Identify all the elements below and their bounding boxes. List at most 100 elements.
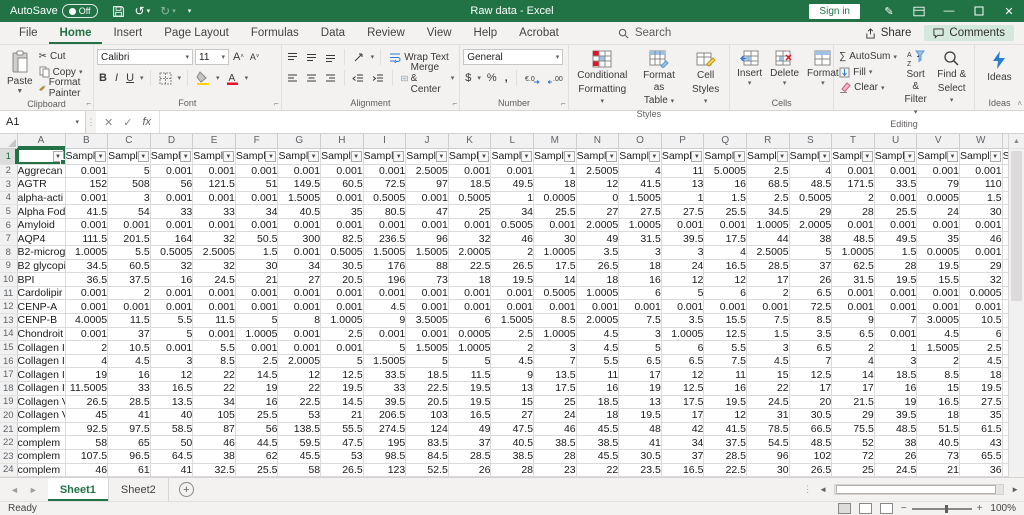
- cell-B1[interactable]: Sample▼: [65, 148, 108, 164]
- insert-function-button[interactable]: fx: [142, 116, 151, 128]
- cell-U5[interactable]: 25.5: [874, 205, 917, 219]
- cell-U4[interactable]: 0.001: [874, 191, 917, 205]
- number-dialog-launcher[interactable]: ⌐: [561, 99, 566, 108]
- row-header-1[interactable]: 1: [0, 148, 17, 164]
- row-header-7[interactable]: 7: [0, 232, 17, 246]
- select-all-corner[interactable]: [0, 134, 17, 148]
- cell-I16[interactable]: 1.5005: [363, 354, 406, 368]
- cell-L10[interactable]: 19.5: [491, 273, 534, 287]
- cell-H8[interactable]: 0.5005: [321, 246, 364, 260]
- cell-C2[interactable]: 5: [108, 164, 151, 178]
- cell-D6[interactable]: 0.001: [150, 218, 193, 232]
- cell-C10[interactable]: 37.5: [108, 273, 151, 287]
- cell-U2[interactable]: 0.001: [874, 164, 917, 178]
- cell-C24[interactable]: 61: [108, 463, 151, 477]
- cell-W10[interactable]: 32: [959, 273, 1002, 287]
- column-header-H[interactable]: H: [321, 134, 364, 148]
- cell-S5[interactable]: 29: [789, 205, 832, 219]
- column-header-I[interactable]: I: [363, 134, 406, 148]
- cell-F7[interactable]: 50.5: [235, 232, 278, 246]
- column-header-E[interactable]: E: [193, 134, 236, 148]
- cell-J23[interactable]: 84.5: [406, 449, 449, 463]
- cell-B16[interactable]: 4: [65, 354, 108, 368]
- cell-V21[interactable]: 51.5: [917, 422, 960, 436]
- cell-D13[interactable]: 5.5: [150, 314, 193, 328]
- cell-F1[interactable]: Sample▼: [235, 148, 278, 164]
- row-header-5[interactable]: 5: [0, 205, 17, 219]
- cell-G12[interactable]: 0.001: [278, 300, 321, 314]
- cell-F23[interactable]: 62: [235, 449, 278, 463]
- cell-K19[interactable]: 19.5: [448, 395, 491, 409]
- cell-E23[interactable]: 38: [193, 449, 236, 463]
- cell-K8[interactable]: 2.0005: [448, 246, 491, 260]
- cell-R22[interactable]: 54.5: [747, 436, 790, 450]
- cell-K5[interactable]: 25: [448, 205, 491, 219]
- filter-dropdown-F1[interactable]: ▼: [265, 151, 276, 162]
- zoom-out-button[interactable]: −: [901, 503, 907, 514]
- cell-V6[interactable]: 0.001: [917, 218, 960, 232]
- cell-J6[interactable]: 0.001: [406, 218, 449, 232]
- new-sheet-button[interactable]: +: [179, 482, 194, 497]
- cell-U11[interactable]: 0.001: [874, 286, 917, 300]
- cell-G20[interactable]: 53: [278, 409, 321, 423]
- cell-S10[interactable]: 26: [789, 273, 832, 287]
- cell-V16[interactable]: 2: [917, 354, 960, 368]
- cell-W16[interactable]: 4.5: [959, 354, 1002, 368]
- cell-T13[interactable]: 9: [832, 314, 875, 328]
- cell-L2[interactable]: 0.001: [491, 164, 534, 178]
- cell-B4[interactable]: 0.001: [65, 191, 108, 205]
- cell-W9[interactable]: 29: [959, 259, 1002, 273]
- cell-M11[interactable]: 0.5005: [534, 286, 577, 300]
- cell-N5[interactable]: 27: [576, 205, 619, 219]
- cell-S16[interactable]: 7: [789, 354, 832, 368]
- cell-Q2[interactable]: 5.0005: [704, 164, 747, 178]
- cut-button[interactable]: ✂Cut: [37, 49, 90, 64]
- cell-M8[interactable]: 1.0005: [534, 246, 577, 260]
- filter-dropdown-I1[interactable]: ▼: [393, 151, 404, 162]
- cell-R5[interactable]: 34.5: [747, 205, 790, 219]
- row-header-9[interactable]: 9: [0, 259, 17, 273]
- column-header-K[interactable]: K: [448, 134, 491, 148]
- cell-D21[interactable]: 58.5: [150, 422, 193, 436]
- cell-H24[interactable]: 26.5: [321, 463, 364, 477]
- cell-R9[interactable]: 28.5: [747, 259, 790, 273]
- cell-M24[interactable]: 23: [534, 463, 577, 477]
- cell-J10[interactable]: 73: [406, 273, 449, 287]
- cell-Q18[interactable]: 16: [704, 382, 747, 396]
- align-left-button[interactable]: [285, 73, 300, 84]
- save-button[interactable]: [112, 5, 125, 18]
- column-header-L[interactable]: L: [491, 134, 534, 148]
- cell-J7[interactable]: 96: [406, 232, 449, 246]
- cell-I20[interactable]: 206.5: [363, 409, 406, 423]
- cell-K1[interactable]: Sample▼: [448, 148, 491, 164]
- cell-C18[interactable]: 33: [108, 382, 151, 396]
- cell-B20[interactable]: 45: [65, 409, 108, 423]
- filter-dropdown-Q1[interactable]: ▼: [734, 151, 745, 162]
- cell-A24[interactable]: complem: [17, 463, 65, 477]
- cell-M22[interactable]: 38.5: [534, 436, 577, 450]
- cell-E17[interactable]: 22: [193, 368, 236, 382]
- cell-I9[interactable]: 176: [363, 259, 406, 273]
- column-header-O[interactable]: O: [619, 134, 662, 148]
- increase-indent-button[interactable]: [370, 73, 386, 84]
- cell-P2[interactable]: 11: [661, 164, 704, 178]
- conditional-formatting-button[interactable]: Conditional Formatting ▾: [572, 48, 633, 109]
- cell-N8[interactable]: 3.5: [576, 246, 619, 260]
- cell-N11[interactable]: 1.0005: [576, 286, 619, 300]
- accounting-format-button[interactable]: $: [463, 72, 473, 84]
- cell-Q8[interactable]: 4: [704, 246, 747, 260]
- cell-Q3[interactable]: 16: [704, 178, 747, 192]
- cell-I1[interactable]: Sample▼: [363, 148, 406, 164]
- cell-A9[interactable]: B2 glycopi: [17, 259, 65, 273]
- cell-O18[interactable]: 19: [619, 382, 662, 396]
- cell-B7[interactable]: 111.5: [65, 232, 108, 246]
- filter-dropdown-K1[interactable]: ▼: [478, 151, 489, 162]
- cell-R13[interactable]: 7.5: [747, 314, 790, 328]
- cell-H9[interactable]: 30.5: [321, 259, 364, 273]
- filter-dropdown-H1[interactable]: ▼: [351, 151, 362, 162]
- cell-I22[interactable]: 195: [363, 436, 406, 450]
- cell-J13[interactable]: 3.5005: [406, 314, 449, 328]
- cell-L4[interactable]: 1: [491, 191, 534, 205]
- cell-L7[interactable]: 46: [491, 232, 534, 246]
- cell-W13[interactable]: 10.5: [959, 314, 1002, 328]
